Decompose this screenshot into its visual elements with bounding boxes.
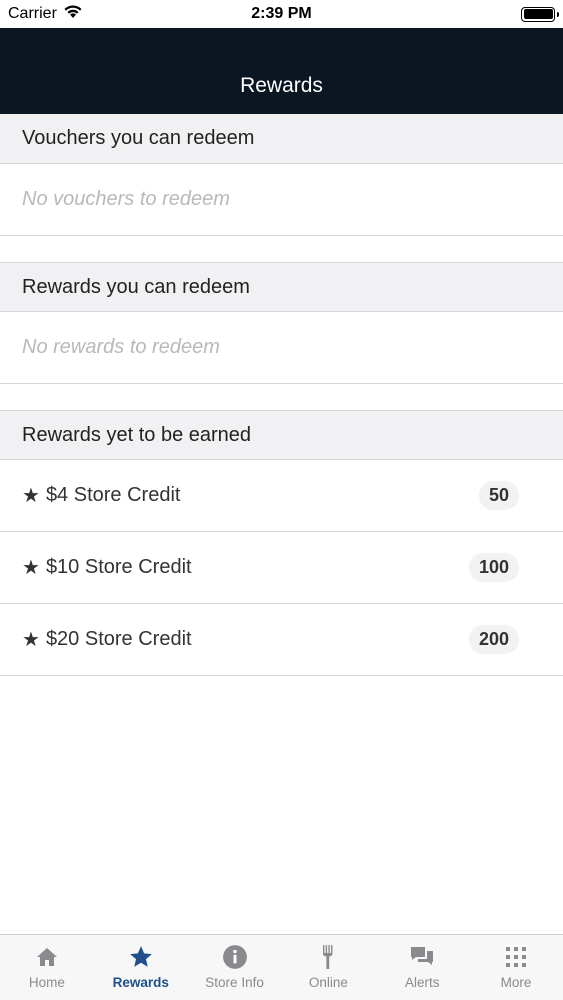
vouchers-empty-message: No vouchers to redeem <box>0 164 563 236</box>
rewards-empty-message: No rewards to redeem <box>0 312 563 384</box>
section-spacer <box>0 384 563 410</box>
home-icon <box>33 943 61 971</box>
reward-row-20-store-credit[interactable]: ★ $20 Store Credit 200 <box>0 604 563 676</box>
carrier-label: Carrier <box>8 5 57 22</box>
points-badge: 50 <box>478 481 519 510</box>
reward-title: $10 Store Credit <box>45 556 192 578</box>
tab-alerts[interactable]: Alerts <box>375 935 469 1000</box>
star-icon <box>127 943 155 971</box>
tab-online[interactable]: Online <box>281 935 375 1000</box>
star-icon: ★ <box>22 485 40 507</box>
chat-bubbles-icon <box>408 943 436 971</box>
tab-label: Store Info <box>205 975 264 990</box>
fork-icon <box>314 943 342 971</box>
section-header-vouchers: Vouchers you can redeem <box>0 114 563 164</box>
info-icon <box>221 943 249 971</box>
section-spacer <box>0 236 563 262</box>
star-icon: ★ <box>22 629 40 651</box>
status-bar: Carrier 2:39 PM <box>0 0 563 28</box>
section-header-rewards-redeem: Rewards you can redeem <box>0 262 563 312</box>
battery-icon <box>521 6 559 22</box>
tab-label: More <box>500 975 532 990</box>
tab-label: Online <box>308 975 348 990</box>
tab-home[interactable]: Home <box>0 935 94 1000</box>
tab-bar: Home Rewards Store Info Online Alerts Mo… <box>0 934 563 1000</box>
points-badge: 100 <box>468 553 519 582</box>
reward-title: $4 Store Credit <box>45 484 181 506</box>
star-icon: ★ <box>22 557 40 579</box>
reward-label: ★ $20 Store Credit <box>22 627 192 652</box>
status-left: Carrier <box>8 4 83 24</box>
reward-row-10-store-credit[interactable]: ★ $10 Store Credit 100 <box>0 532 563 604</box>
section-header-rewards-earn: Rewards yet to be earned <box>0 410 563 460</box>
tab-more[interactable]: More <box>469 935 563 1000</box>
tab-label: Home <box>28 975 65 990</box>
reward-title: $20 Store Credit <box>45 628 192 650</box>
reward-label: ★ $4 Store Credit <box>22 483 180 508</box>
navigation-bar: Rewards <box>0 28 563 114</box>
rewards-screen: Carrier 2:39 PM Rewards Vouchers you can… <box>0 0 563 1000</box>
page-title: Rewards <box>240 74 323 97</box>
tab-label: Alerts <box>404 975 440 990</box>
reward-label: ★ $10 Store Credit <box>22 555 192 580</box>
wifi-icon <box>63 4 83 24</box>
tab-store-info[interactable]: Store Info <box>188 935 282 1000</box>
tab-label: Rewards <box>112 975 169 990</box>
points-badge: 200 <box>468 625 519 654</box>
rewards-list: Vouchers you can redeem No vouchers to r… <box>0 114 563 676</box>
grid-icon <box>502 943 530 971</box>
status-time: 2:39 PM <box>251 5 312 22</box>
tab-rewards[interactable]: Rewards <box>94 935 188 1000</box>
reward-row-4-store-credit[interactable]: ★ $4 Store Credit 50 <box>0 460 563 532</box>
